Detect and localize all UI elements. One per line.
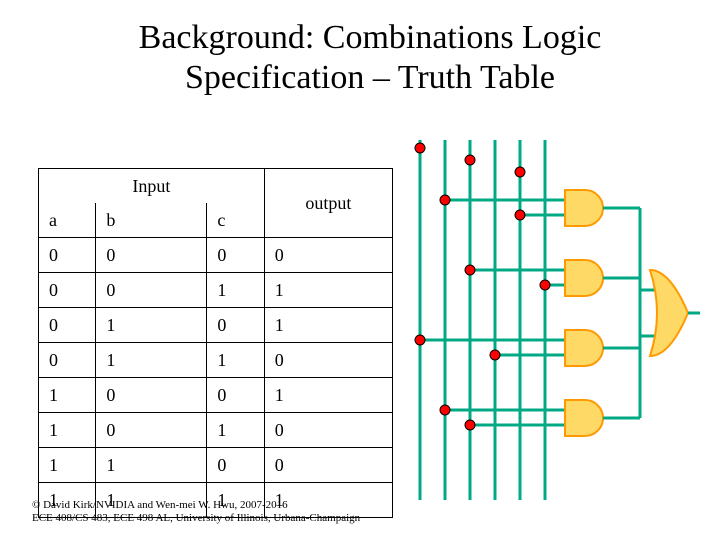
- table-row: 1001: [39, 378, 393, 413]
- input-header: Input: [132, 176, 170, 196]
- output-header: output: [305, 193, 351, 213]
- title-line1: Background: Combinations Logic: [139, 19, 602, 56]
- and-gate-icon: [415, 330, 640, 366]
- title-line2: Specification – Truth Table: [185, 59, 555, 96]
- credit: © David Kirk/NVIDIA and Wen-mei W. Hwu, …: [32, 499, 360, 527]
- slide: Background: Combinations Logic Specifica…: [0, 0, 720, 540]
- slide-title: Background: Combinations Logic Specifica…: [60, 18, 680, 98]
- table-row: 0101: [39, 308, 393, 343]
- table-row: 1010: [39, 413, 393, 448]
- table-row: 0110: [39, 343, 393, 378]
- and-gate-icon: [465, 260, 640, 296]
- table-row: 1100: [39, 448, 393, 483]
- col-a: a: [39, 203, 96, 238]
- credit-line2: ECE 408/CS 483, ECE 498 AL, University o…: [32, 512, 360, 524]
- logic-circuit-icon: [400, 140, 700, 500]
- or-gate-icon: [640, 208, 700, 418]
- truth-table: Input output a b c 0000 0011 0101 0110 1…: [38, 168, 393, 518]
- col-c: c: [207, 203, 264, 238]
- table-row: 0011: [39, 273, 393, 308]
- table-row: 0000: [39, 238, 393, 273]
- credit-line1: © David Kirk/NVIDIA and Wen-mei W. Hwu, …: [32, 499, 288, 511]
- col-b: b: [96, 203, 207, 238]
